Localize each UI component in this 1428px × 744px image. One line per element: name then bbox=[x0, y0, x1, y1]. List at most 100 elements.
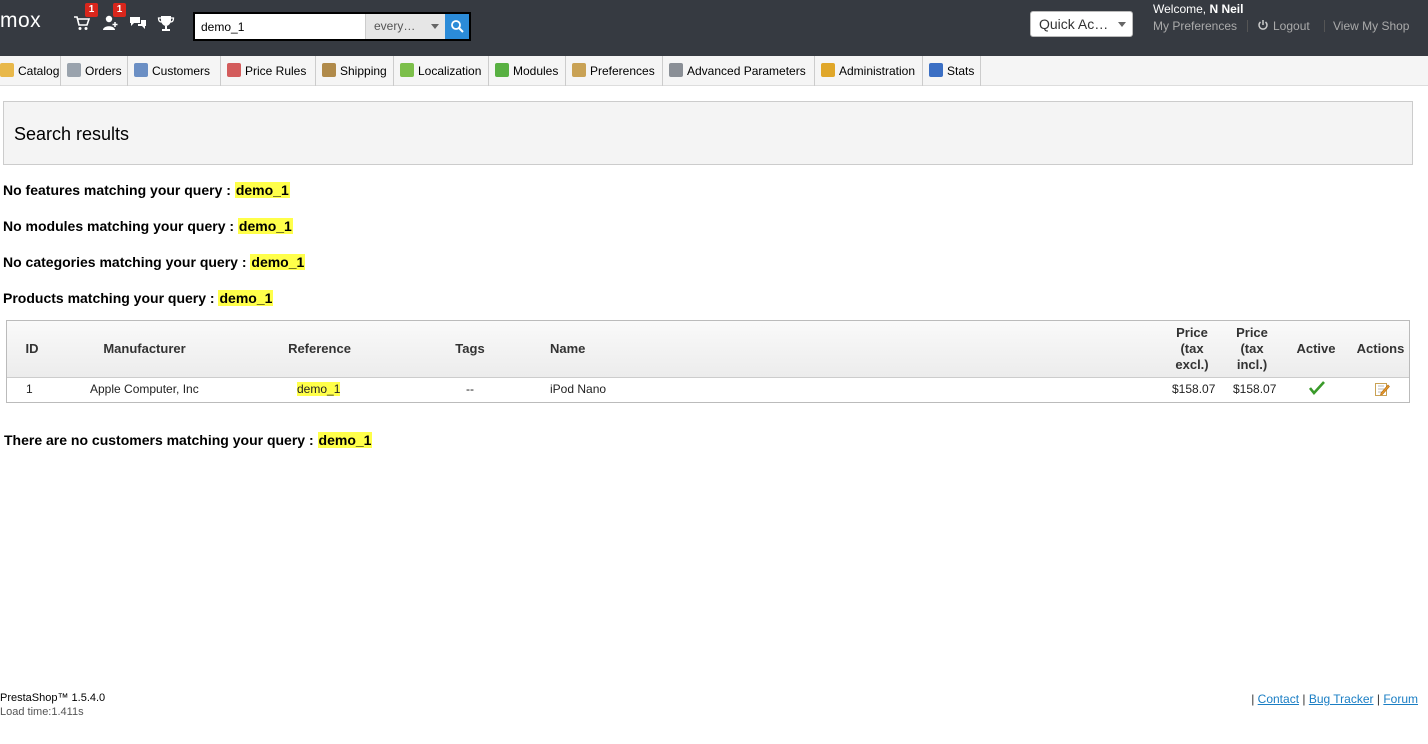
chevron-down-icon bbox=[1118, 22, 1126, 27]
query-highlight: demo_1 bbox=[317, 432, 373, 448]
bug-tracker-link[interactable]: Bug Tracker bbox=[1309, 692, 1374, 706]
menu-item-label: Administration bbox=[839, 64, 916, 78]
no-features-text: No features matching your query : bbox=[3, 182, 235, 198]
welcome-prefix: Welcome, bbox=[1153, 2, 1210, 16]
shop-name[interactable]: mox bbox=[0, 9, 41, 33]
header-separator bbox=[1324, 20, 1325, 32]
menu-item-shipping[interactable]: Shipping bbox=[316, 56, 394, 86]
customers-badge: 1 bbox=[113, 3, 126, 17]
chevron-down-icon bbox=[431, 24, 439, 29]
footer-info: PrestaShop™ 1.5.4.0 Load time:1.411s bbox=[0, 692, 105, 718]
column-header-name[interactable]: Name bbox=[550, 341, 600, 357]
version-text: PrestaShop™ 1.5.4.0 bbox=[0, 692, 106, 704]
wrench-icon bbox=[669, 63, 683, 77]
quick-access-select[interactable]: Quick Ac… bbox=[1030, 11, 1133, 37]
chart-icon bbox=[929, 63, 943, 77]
price-incl-line: (tax bbox=[1240, 341, 1264, 356]
key-icon bbox=[821, 63, 835, 77]
trophy-button[interactable] bbox=[157, 14, 177, 34]
contact-link[interactable]: Contact bbox=[1258, 692, 1299, 706]
menu-item-catalog[interactable]: Catalog bbox=[0, 56, 61, 86]
column-header-id[interactable]: ID bbox=[17, 341, 47, 357]
query-highlight: demo_1 bbox=[250, 254, 306, 270]
price-excl-line: (tax bbox=[1180, 341, 1204, 356]
messages-notification[interactable] bbox=[129, 14, 149, 34]
header-separator bbox=[1247, 20, 1248, 32]
menu-item-label: Orders bbox=[85, 64, 122, 78]
cell-id: 1 bbox=[26, 382, 33, 396]
menu-item-preferences[interactable]: Preferences bbox=[566, 56, 663, 86]
products-text: Products matching your query : bbox=[3, 290, 219, 306]
customers-notification[interactable]: 1 bbox=[101, 3, 126, 34]
menu-item-label: Preferences bbox=[590, 64, 655, 78]
page-header: Search results bbox=[3, 101, 1413, 165]
column-header-actions: Actions bbox=[1356, 341, 1405, 356]
menu-item-label: Price Rules bbox=[245, 64, 307, 78]
menu-item-administration[interactable]: Administration bbox=[815, 56, 923, 86]
main-menu: Catalog Orders Customers Price Rules Shippin… bbox=[0, 56, 1428, 86]
search-scope-select[interactable]: every… bbox=[365, 14, 445, 39]
cell-manufacturer: Apple Computer, Inc bbox=[90, 382, 199, 396]
no-categories-message: No categories matching your query : demo… bbox=[3, 254, 306, 270]
cell-price-excl: $158.07 bbox=[1172, 382, 1216, 396]
orders-notification[interactable]: 1 bbox=[73, 3, 98, 34]
price-incl-line: incl.) bbox=[1236, 357, 1268, 372]
search-icon bbox=[451, 20, 464, 33]
table-header: ID Manufacturer Reference Tags Name Pric… bbox=[7, 321, 1409, 378]
logout-link[interactable]: Logout bbox=[1257, 19, 1310, 33]
menu-item-localization[interactable]: Localization bbox=[394, 56, 489, 86]
column-header-price-excl[interactable]: Price (tax excl.) bbox=[1167, 325, 1217, 373]
no-features-message: No features matching your query : demo_1 bbox=[3, 182, 290, 198]
page-title: Search results bbox=[14, 124, 130, 144]
edit-button[interactable] bbox=[1374, 381, 1390, 400]
search-scope-value: every… bbox=[374, 19, 416, 33]
menu-item-label: Advanced Parameters bbox=[687, 64, 806, 78]
menu-item-modules[interactable]: Modules bbox=[489, 56, 566, 86]
column-header-price-incl[interactable]: Price (tax incl.) bbox=[1227, 325, 1277, 373]
menu-item-orders[interactable]: Orders bbox=[61, 56, 128, 86]
cell-reference: demo_1 bbox=[297, 382, 341, 396]
cart-icon bbox=[67, 63, 81, 77]
no-categories-text: No categories matching your query : bbox=[3, 254, 251, 270]
forum-link[interactable]: Forum bbox=[1383, 692, 1418, 706]
menu-item-label: Catalog bbox=[18, 64, 60, 78]
menu-item-label: Stats bbox=[947, 64, 975, 78]
welcome-text: Welcome, N Neil bbox=[1153, 2, 1243, 16]
user-name: N Neil bbox=[1209, 2, 1244, 16]
puzzle-icon bbox=[495, 63, 509, 77]
column-header-tags[interactable]: Tags bbox=[445, 341, 495, 357]
query-highlight: demo_1 bbox=[234, 182, 290, 198]
column-header-reference[interactable]: Reference bbox=[272, 341, 367, 357]
column-header-active[interactable]: Active bbox=[1291, 341, 1341, 357]
cell-name: iPod Nano bbox=[550, 382, 607, 396]
active-toggle[interactable] bbox=[1308, 381, 1325, 398]
products-table: ID Manufacturer Reference Tags Name Pric… bbox=[6, 320, 1410, 403]
products-heading: Products matching your query : demo_1 bbox=[3, 290, 274, 306]
quick-access-label: Quick Ac… bbox=[1039, 16, 1109, 32]
column-header-manufacturer[interactable]: Manufacturer bbox=[87, 341, 202, 357]
view-my-shop-link[interactable]: View My Shop bbox=[1333, 19, 1409, 33]
search-box: every… bbox=[193, 12, 471, 41]
logout-label: Logout bbox=[1273, 19, 1310, 33]
cell-tags: -- bbox=[466, 382, 474, 396]
no-modules-text: No modules matching your query : bbox=[3, 218, 238, 234]
price-excl-line: Price bbox=[1176, 325, 1208, 340]
my-preferences-link[interactable]: My Preferences bbox=[1153, 19, 1237, 33]
check-icon bbox=[1308, 381, 1325, 396]
menu-item-price-rules[interactable]: Price Rules bbox=[221, 56, 316, 86]
menu-item-label: Localization bbox=[418, 64, 482, 78]
menu-item-customers[interactable]: Customers bbox=[128, 56, 221, 86]
search-button[interactable] bbox=[445, 14, 469, 39]
query-highlight: demo_1 bbox=[237, 218, 293, 234]
menu-item-stats[interactable]: Stats bbox=[923, 56, 981, 86]
chat-icon bbox=[130, 17, 146, 29]
search-input[interactable] bbox=[195, 14, 365, 39]
tag-icon bbox=[227, 63, 241, 77]
orders-badge: 1 bbox=[85, 3, 98, 17]
load-time-text: Load time:1.411s bbox=[0, 706, 84, 718]
no-customers-message: There are no customers matching your que… bbox=[4, 432, 373, 448]
menu-item-label: Customers bbox=[152, 64, 211, 78]
menu-item-advanced-parameters[interactable]: Advanced Parameters bbox=[663, 56, 815, 86]
footer-links: | Contact | Bug Tracker | Forum bbox=[1251, 692, 1418, 706]
user-icon bbox=[134, 63, 148, 77]
